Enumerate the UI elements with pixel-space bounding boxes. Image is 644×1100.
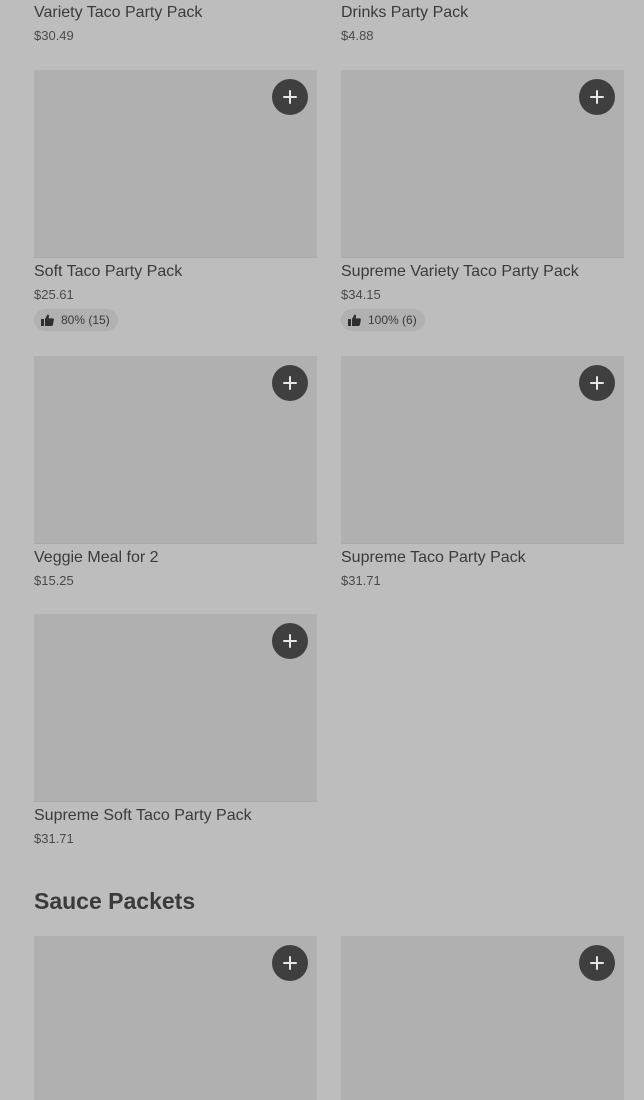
menu-item-sauce-packet[interactable] — [34, 936, 317, 1100]
add-button[interactable] — [272, 79, 308, 115]
item-name: Supreme Soft Taco Party Pack — [34, 807, 252, 824]
rating-badge: 100% (6) — [341, 309, 425, 331]
section-title: Sauce Packets — [34, 888, 196, 914]
item-name: Variety Taco Party Pack — [34, 4, 203, 21]
item-name: Drinks Party Pack — [341, 4, 469, 21]
menu-item-veggie-meal-for-2[interactable]: Veggie Meal for 2 $15.25 — [34, 356, 317, 591]
plus-icon — [590, 90, 604, 104]
item-price: $31.71 — [341, 573, 381, 588]
item-image[interactable] — [34, 936, 317, 1100]
item-price: $25.61 — [34, 287, 74, 302]
thumbs-up-icon — [41, 314, 54, 326]
item-name: Supreme Taco Party Pack — [341, 549, 526, 566]
rating-text: 80% (15) — [61, 313, 110, 327]
item-image[interactable] — [34, 356, 317, 544]
add-button[interactable] — [272, 623, 308, 659]
plus-icon — [283, 956, 297, 970]
menu-page: Variety Taco Party Pack $30.49 Drinks Pa… — [0, 0, 644, 1100]
item-image[interactable] — [34, 614, 317, 802]
menu-item-drinks-party-pack[interactable]: Drinks Party Pack $4.88 — [341, 0, 624, 46]
plus-icon — [283, 634, 297, 648]
item-price: $4.88 — [341, 28, 374, 43]
menu-item-soft-taco-party-pack[interactable]: Soft Taco Party Pack $25.61 80% (15) — [34, 70, 317, 331]
rating-text: 100% (6) — [368, 313, 417, 327]
menu-item-sauce-packet[interactable] — [341, 936, 624, 1100]
menu-item-supreme-variety-taco-party-pack[interactable]: Supreme Variety Taco Party Pack $34.15 1… — [341, 70, 624, 331]
item-image[interactable] — [341, 70, 624, 258]
item-price: $31.71 — [34, 831, 74, 846]
plus-icon — [590, 376, 604, 390]
item-price: $30.49 — [34, 28, 74, 43]
item-image[interactable] — [34, 70, 317, 258]
item-image[interactable] — [341, 936, 624, 1100]
menu-item-supreme-soft-taco-party-pack[interactable]: Supreme Soft Taco Party Pack $31.71 — [34, 614, 317, 849]
item-name: Soft Taco Party Pack — [34, 263, 183, 280]
item-price: $15.25 — [34, 573, 74, 588]
plus-icon — [590, 956, 604, 970]
item-image[interactable] — [341, 356, 624, 544]
add-button[interactable] — [579, 79, 615, 115]
item-name: Veggie Meal for 2 — [34, 549, 159, 566]
add-button[interactable] — [579, 365, 615, 401]
item-price: $34.15 — [341, 287, 381, 302]
plus-icon — [283, 376, 297, 390]
thumbs-up-icon — [348, 314, 361, 326]
add-button[interactable] — [272, 365, 308, 401]
menu-item-supreme-taco-party-pack[interactable]: Supreme Taco Party Pack $31.71 — [341, 356, 624, 591]
plus-icon — [283, 90, 297, 104]
add-button[interactable] — [272, 945, 308, 981]
rating-badge: 80% (15) — [34, 309, 118, 331]
add-button[interactable] — [579, 945, 615, 981]
item-name: Supreme Variety Taco Party Pack — [341, 263, 579, 280]
menu-item-variety-taco-party-pack[interactable]: Variety Taco Party Pack $30.49 — [34, 0, 317, 46]
